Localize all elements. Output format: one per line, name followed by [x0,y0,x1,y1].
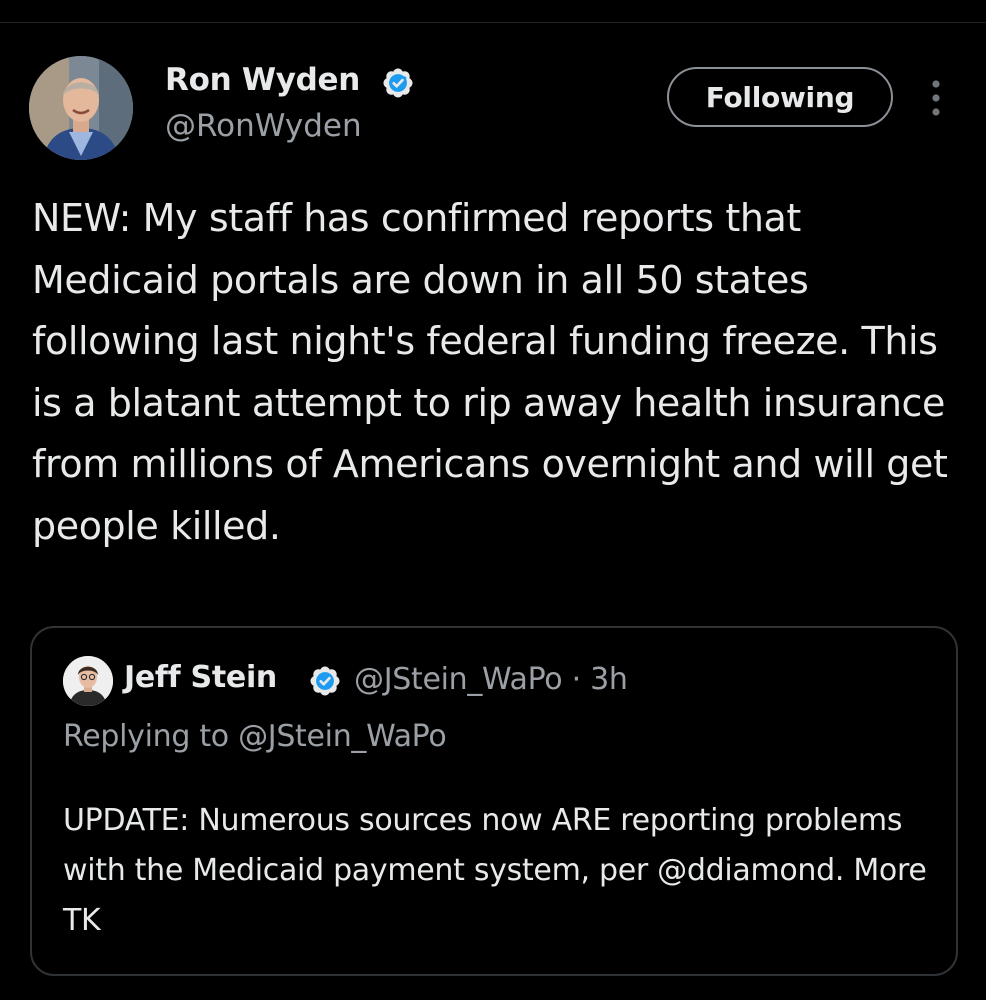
tweet-text: NEW: My staff has confirmed reports that… [32,196,948,548]
author-name[interactable]: Ron Wyden [165,62,360,98]
quoted-tweet-text: UPDATE: Numerous sources now ARE reporti… [63,803,927,938]
author-avatar[interactable] [29,56,133,160]
quoted-author-avatar [63,656,113,706]
verified-badge-icon [383,68,413,98]
quoted-verified-badge-icon [310,666,340,696]
top-divider [0,22,986,23]
quoted-author-name[interactable]: Jeff Stein [124,660,277,695]
replying-to-label: Replying to @JStein_WaPo [63,719,447,754]
author-handle[interactable]: @RonWyden [165,108,362,144]
following-button[interactable]: Following [667,67,893,127]
quoted-tweet-meta: @JStein_WaPo · 3h [354,662,628,697]
more-vertical-icon[interactable] [920,76,952,120]
